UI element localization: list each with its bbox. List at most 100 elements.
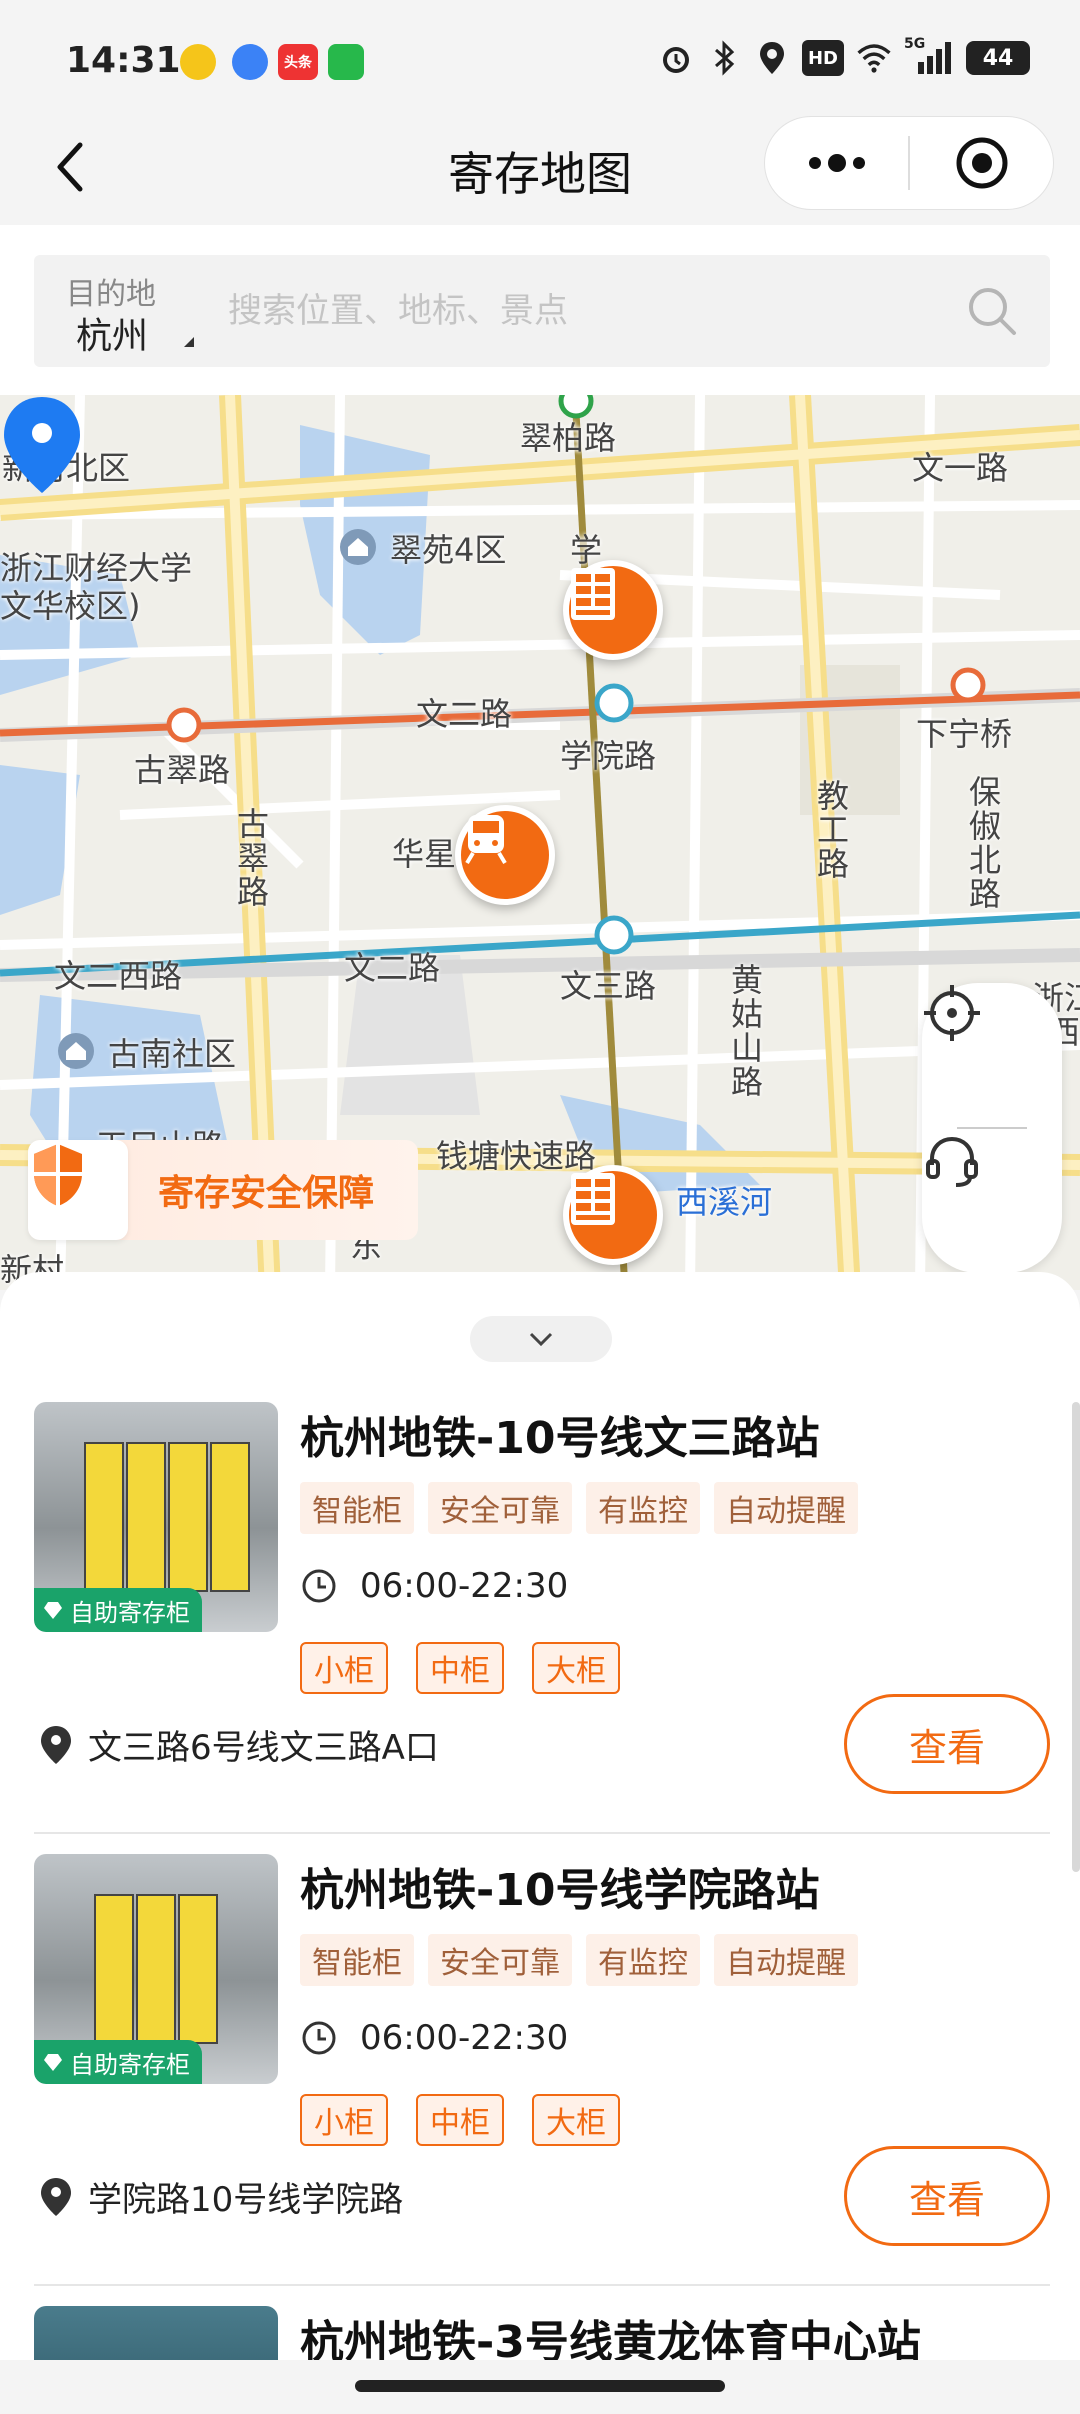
feature-tag: 自动提醒 — [714, 1934, 858, 1986]
map-label: 西溪河 — [676, 1183, 773, 1221]
close-mini-program-button[interactable] — [910, 116, 1053, 210]
locker-icon — [571, 568, 615, 620]
station-name: 杭州地铁-10号线学院路站 — [300, 1865, 820, 1916]
toutiao-icon: 头条 — [278, 44, 318, 80]
safety-banner-text: 寄存安全保障 — [158, 1173, 375, 1214]
size-tag: 中柜 — [416, 2094, 504, 2146]
collapse-sheet-button[interactable] — [470, 1316, 612, 1362]
map-label: 保俶北路 — [964, 775, 1002, 911]
map-label: 文华校区) — [0, 587, 141, 625]
self-service-badge: 自助寄存柜 — [34, 1588, 202, 1632]
map-label: 古翠路 — [134, 751, 231, 789]
search-input[interactable] — [228, 283, 948, 339]
message-icon — [328, 44, 364, 80]
gesture-bar — [0, 2360, 1080, 2414]
size-tag: 中柜 — [416, 1642, 504, 1694]
nav-header: 寄存地图 — [0, 110, 1080, 225]
feature-tag: 安全可靠 — [428, 1934, 572, 1986]
address-text: 文三路6号线文三路A口 — [88, 1728, 439, 1768]
clock-icon — [302, 1569, 336, 1603]
map-label: 文二路 — [416, 695, 513, 733]
opening-hours: 06:00-22:30 — [300, 1566, 568, 1606]
weibo-icon — [180, 44, 216, 80]
status-right: HD 5G 44 — [658, 36, 1030, 76]
mini-program-capsule — [764, 116, 1054, 210]
chevron-down-icon — [529, 1332, 553, 1346]
locker-sizes: 小柜 中柜 大柜 — [300, 1642, 620, 1694]
view-button[interactable]: 查看 — [844, 2146, 1050, 2246]
community-icon — [58, 1033, 94, 1069]
battery-indicator: 44 — [966, 41, 1030, 75]
station-address: 文三路6号线文三路A口 — [38, 1720, 439, 1769]
network-label: 5G — [904, 36, 926, 52]
hd-label: HD — [807, 47, 838, 69]
locker-pin[interactable] — [563, 1165, 663, 1265]
station-tags: 智能柜 安全可靠 有监控 自动提醒 — [300, 1482, 858, 1534]
station-address: 学院路10号线学院路 — [38, 2172, 403, 2221]
locate-button[interactable] — [922, 983, 1062, 1123]
opening-hours: 06:00-22:30 — [300, 2018, 568, 2058]
view-button[interactable]: 查看 — [844, 1694, 1050, 1794]
station-list-sheet: 自助寄存柜 杭州地铁-10号线文三路站 智能柜 安全可靠 有监控 自动提醒 06… — [0, 1272, 1080, 2414]
self-service-badge: 自助寄存柜 — [34, 2040, 202, 2084]
more-dots-icon — [808, 154, 865, 172]
divider — [34, 2284, 1050, 2286]
search-icon[interactable] — [964, 283, 1020, 339]
map-view[interactable]: 翠柏路 新村北区 文一路 浙江财经大学 文华校区) 翠苑4区 学 文二路 学院路… — [0, 395, 1080, 1290]
map-label: 古南社区 — [108, 1035, 237, 1073]
map-controls — [922, 983, 1062, 1273]
alarm-icon — [658, 40, 694, 76]
toutiao-label: 头条 — [284, 55, 312, 71]
map-label: 文二路 — [344, 949, 441, 987]
map-label: 文一路 — [912, 449, 1009, 487]
dropdown-caret-icon — [184, 337, 194, 347]
divider — [34, 1832, 1050, 1834]
status-bar: 14:31 头条 HD 5G 44 — [0, 0, 1080, 125]
size-tag: 大柜 — [532, 2094, 620, 2146]
feature-tag: 有监控 — [586, 1934, 700, 1986]
feature-tag: 智能柜 — [300, 1482, 414, 1534]
locker-icon — [571, 1173, 615, 1225]
station-name: 杭州地铁-10号线文三路站 — [300, 1413, 820, 1464]
shield-icon — [28, 1140, 128, 1240]
map-label: 华星 — [392, 835, 457, 873]
station-tags: 智能柜 安全可靠 有监控 自动提醒 — [300, 1934, 858, 1986]
map-label: 古翠路 — [232, 807, 270, 909]
feature-tag: 自动提醒 — [714, 1482, 858, 1534]
home-indicator[interactable] — [355, 2380, 725, 2392]
bluetooth-icon — [706, 40, 742, 76]
search-area: 目的地 杭州 — [0, 225, 1080, 395]
train-icon — [465, 815, 507, 865]
station-photo: 自助寄存柜 — [34, 1402, 278, 1632]
location-icon — [754, 40, 790, 76]
badge-label: 自助寄存柜 — [70, 1598, 190, 1627]
hours-text: 06:00-22:30 — [360, 2018, 569, 2058]
locker-pin[interactable] — [563, 560, 663, 660]
search-box: 目的地 杭州 — [34, 255, 1050, 367]
safety-guarantee-banner[interactable]: 寄存安全保障 — [28, 1140, 418, 1240]
size-tag: 小柜 — [300, 2094, 388, 2146]
hours-text: 06:00-22:30 — [360, 1566, 569, 1606]
destination-city-selector[interactable]: 杭州 — [76, 307, 148, 359]
feature-tag: 智能柜 — [300, 1934, 414, 1986]
headset-icon — [926, 1136, 978, 1187]
diamond-heart-icon — [44, 2054, 62, 2071]
map-label: 教工路 — [812, 779, 850, 881]
map-label: 下宁桥 — [916, 715, 1013, 753]
map-label: 翠苑4区 — [390, 531, 507, 569]
customer-service-button[interactable] — [922, 1131, 1062, 1271]
address-text: 学院路10号线学院路 — [88, 2180, 404, 2220]
more-button[interactable] — [765, 116, 908, 210]
badge-label: 自助寄存柜 — [70, 2050, 190, 2079]
signal-icon: 5G — [904, 36, 954, 76]
scrollbar[interactable] — [1072, 1402, 1080, 1872]
location-pin-icon — [41, 2177, 71, 2216]
map-label: 翠柏路 — [520, 419, 617, 457]
target-circle-icon — [956, 137, 1007, 189]
metro-pin[interactable] — [455, 805, 555, 905]
current-location-pin-icon — [4, 397, 80, 493]
map-label: 黄姑山路 — [726, 963, 764, 1099]
feature-tag: 有监控 — [586, 1482, 700, 1534]
controls-divider — [957, 1127, 1027, 1129]
size-tag: 大柜 — [532, 1642, 620, 1694]
